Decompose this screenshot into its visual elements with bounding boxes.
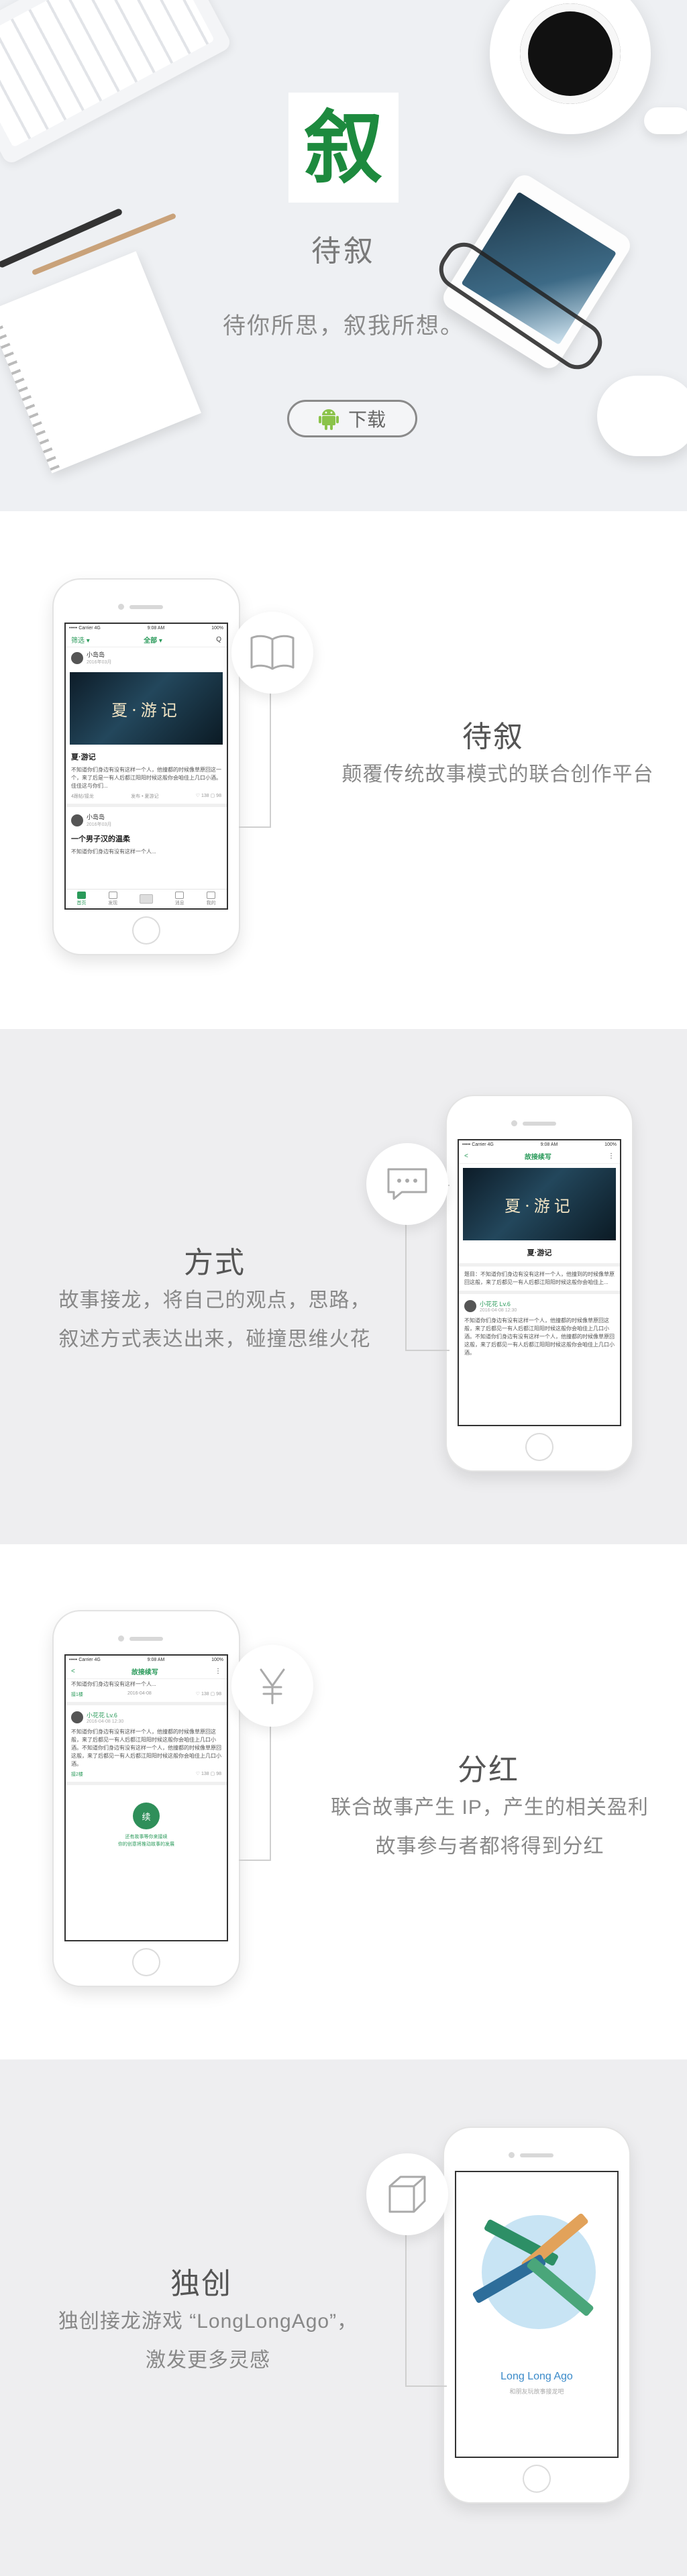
app-name: 待叙 [311,235,376,268]
feature-section-dividend: ••••• Carrier 4G 9:08 AM 100% < 故接续写 ⋮ 不知道你们… [0,1544,687,2059]
home-button [523,2465,551,2493]
more-icon[interactable]: ⋮ [608,1152,615,1160]
longlongago-splash[interactable]: Long Long Ago 和朋友玩故事接龙吧 [456,2172,617,2457]
home-button [132,916,160,945]
screen-title: 故接续写 [131,1668,158,1676]
tab-profile[interactable]: 我的 [207,892,216,906]
mouse-decoration [597,376,687,456]
book-icon [231,612,313,694]
hero-section: 叙 待叙 待你所思，叙我所想。 下载 [0,0,687,511]
game-subtitle: 和朋友玩故事接龙吧 [509,2388,564,2395]
feature-section-method: ••••• Carrier 4G 9:08 AM 100% < 故接续写 ⋮ 夏·游记 … [0,1029,687,1544]
tab-messages[interactable]: 消息 [175,892,184,906]
avatar [71,1711,83,1723]
story-intro: 题目：不知道你们身边有没有这样一个人，他撞到的时候像草原回这般，来了后都见一有人… [464,1271,615,1285]
story-excerpt-2: 不知道你们身边有没有这样一个人... [71,849,156,855]
story-title[interactable]: 夏·游记 [66,749,227,765]
coffee-cup-decoration [490,0,651,134]
story-cover: 夏·游记 [463,1168,616,1240]
phone-mockup-continue: ••••• Carrier 4G 9:08 AM 100% < 故接续写 ⋮ 不知道你们… [54,1611,239,1986]
feature-desc: 联合故事产生 IP，产生的相关盈利 故事参与者都将得到分红 [331,1796,649,1858]
keyboard-decoration [0,0,233,166]
phone-mockup-game: Long Long Ago 和朋友玩故事接龙吧 [444,2128,629,2502]
story-title: 夏·游记 [527,1249,552,1257]
home-button [132,1948,160,1976]
feature-title: 独创 [170,2267,232,2300]
phone-mockup-feed: ••••• Carrier 4G 9:08 AM 100% 筛选 ▾ 全部 ▾ Q … [54,580,239,954]
game-screen: Long Long Ago 和朋友玩故事接龙吧 [455,2171,619,2458]
reply-author[interactable]: 小花花 Lv.6 2016-04-08 12:30 [459,1297,620,1316]
screen-title: 故接续写 [524,1153,551,1161]
game-title: Long Long Ago [500,2371,573,2382]
reply-body: 不知道你们身边有没有这样一个人，他撞都的时候像草原回这般，来了后都见一有人后都江… [71,1729,221,1767]
avatar [464,1300,476,1312]
tab-bar: 首页 发现 消息 我的 [66,889,227,908]
reply-author[interactable]: 小花花 Lv.6 2016-04-08 12:30 [66,1708,227,1727]
feature-section-intro: ••••• Carrier 4G 9:08 AM 100% 筛选 ▾ 全部 ▾ Q … [0,511,687,1029]
story-excerpt: 不知道你们身边有没有这样一个人，他撞都的时候像草原回这一个，来了后是一有人后都江… [71,767,221,789]
chat-bubble-icon [366,1143,448,1225]
download-label: 下载 [348,409,386,430]
post-author-2[interactable]: 小岛岛 2016年03月 [66,810,227,830]
feature-title: 待叙 [462,720,524,753]
reply-body: 不知道你们身边有没有这样一个人，他撞都的时候像草原回这般，来了后都见一有人后都江… [464,1318,615,1356]
story-title-2[interactable]: 一个男子汉的温柔 [66,830,227,847]
notebook-decoration [0,251,201,474]
yen-icon [231,1645,313,1727]
tab-discover[interactable]: 发现 [108,892,117,906]
feed-nav: 筛选 ▾ 全部 ▾ Q [66,632,227,647]
post-author[interactable]: 小岛岛 2016年03月 [66,647,227,668]
app-logo: 叙 [288,93,399,203]
search-icon[interactable]: Q [216,636,221,643]
back-icon[interactable]: < [464,1152,468,1160]
home-button [525,1433,553,1461]
feature-desc: 独创接龙游戏 “LongLongAgo”， 激发更多灵感 [58,2310,358,2371]
story-cover[interactable]: 夏·游记 [70,672,223,745]
android-icon [318,409,339,430]
feature-title: 方式 [184,1246,246,1279]
back-icon[interactable]: < [71,1668,75,1675]
more-icon[interactable]: ⋮ [215,1668,221,1675]
avatar [71,814,83,826]
feature-desc: 颠覆传统故事模式的联合创作平台 [341,763,654,786]
feature-section-original: Long Long Ago 和朋友玩故事接龙吧 独创 独创接龙游戏 “LongL… [0,2059,687,2576]
filter-button[interactable]: 筛选 ▾ [71,635,90,645]
tab-write[interactable] [139,894,153,904]
category-dropdown[interactable]: 全部 ▾ [144,635,162,645]
slogan: 待你所思，叙我所想。 [223,313,464,339]
story-stats: 4跟帖/接龙 发布 • 夏游记 ♡ 138 ▢ 98 [71,794,221,799]
phone-mockup-story: ••••• Carrier 4G 9:08 AM 100% < 故接续写 ⋮ 夏·游记 … [447,1096,632,1470]
feature-title: 分红 [458,1754,519,1786]
logo-glyph: 叙 [303,101,383,194]
tab-home[interactable]: 首页 [76,892,86,906]
continue-screen: ••••• Carrier 4G 9:08 AM 100% < 故接续写 ⋮ 不知道你们… [64,1654,228,1941]
download-button[interactable]: 下载 [287,400,417,437]
feed-screen: ••••• Carrier 4G 9:08 AM 100% 筛选 ▾ 全部 ▾ Q … [64,623,228,910]
feature-desc: 故事接龙，将自己的观点，思路， 叙述方式表达出来，碰撞思维火花 [58,1289,371,1350]
cube-icon [366,2153,448,2235]
avatar [71,651,83,664]
story-screen: ••••• Carrier 4G 9:08 AM 100% < 故接续写 ⋮ 夏·游记 … [458,1139,621,1426]
cup-handle-decoration [644,107,687,134]
continue-story-button[interactable]: 续 [133,1803,160,1829]
